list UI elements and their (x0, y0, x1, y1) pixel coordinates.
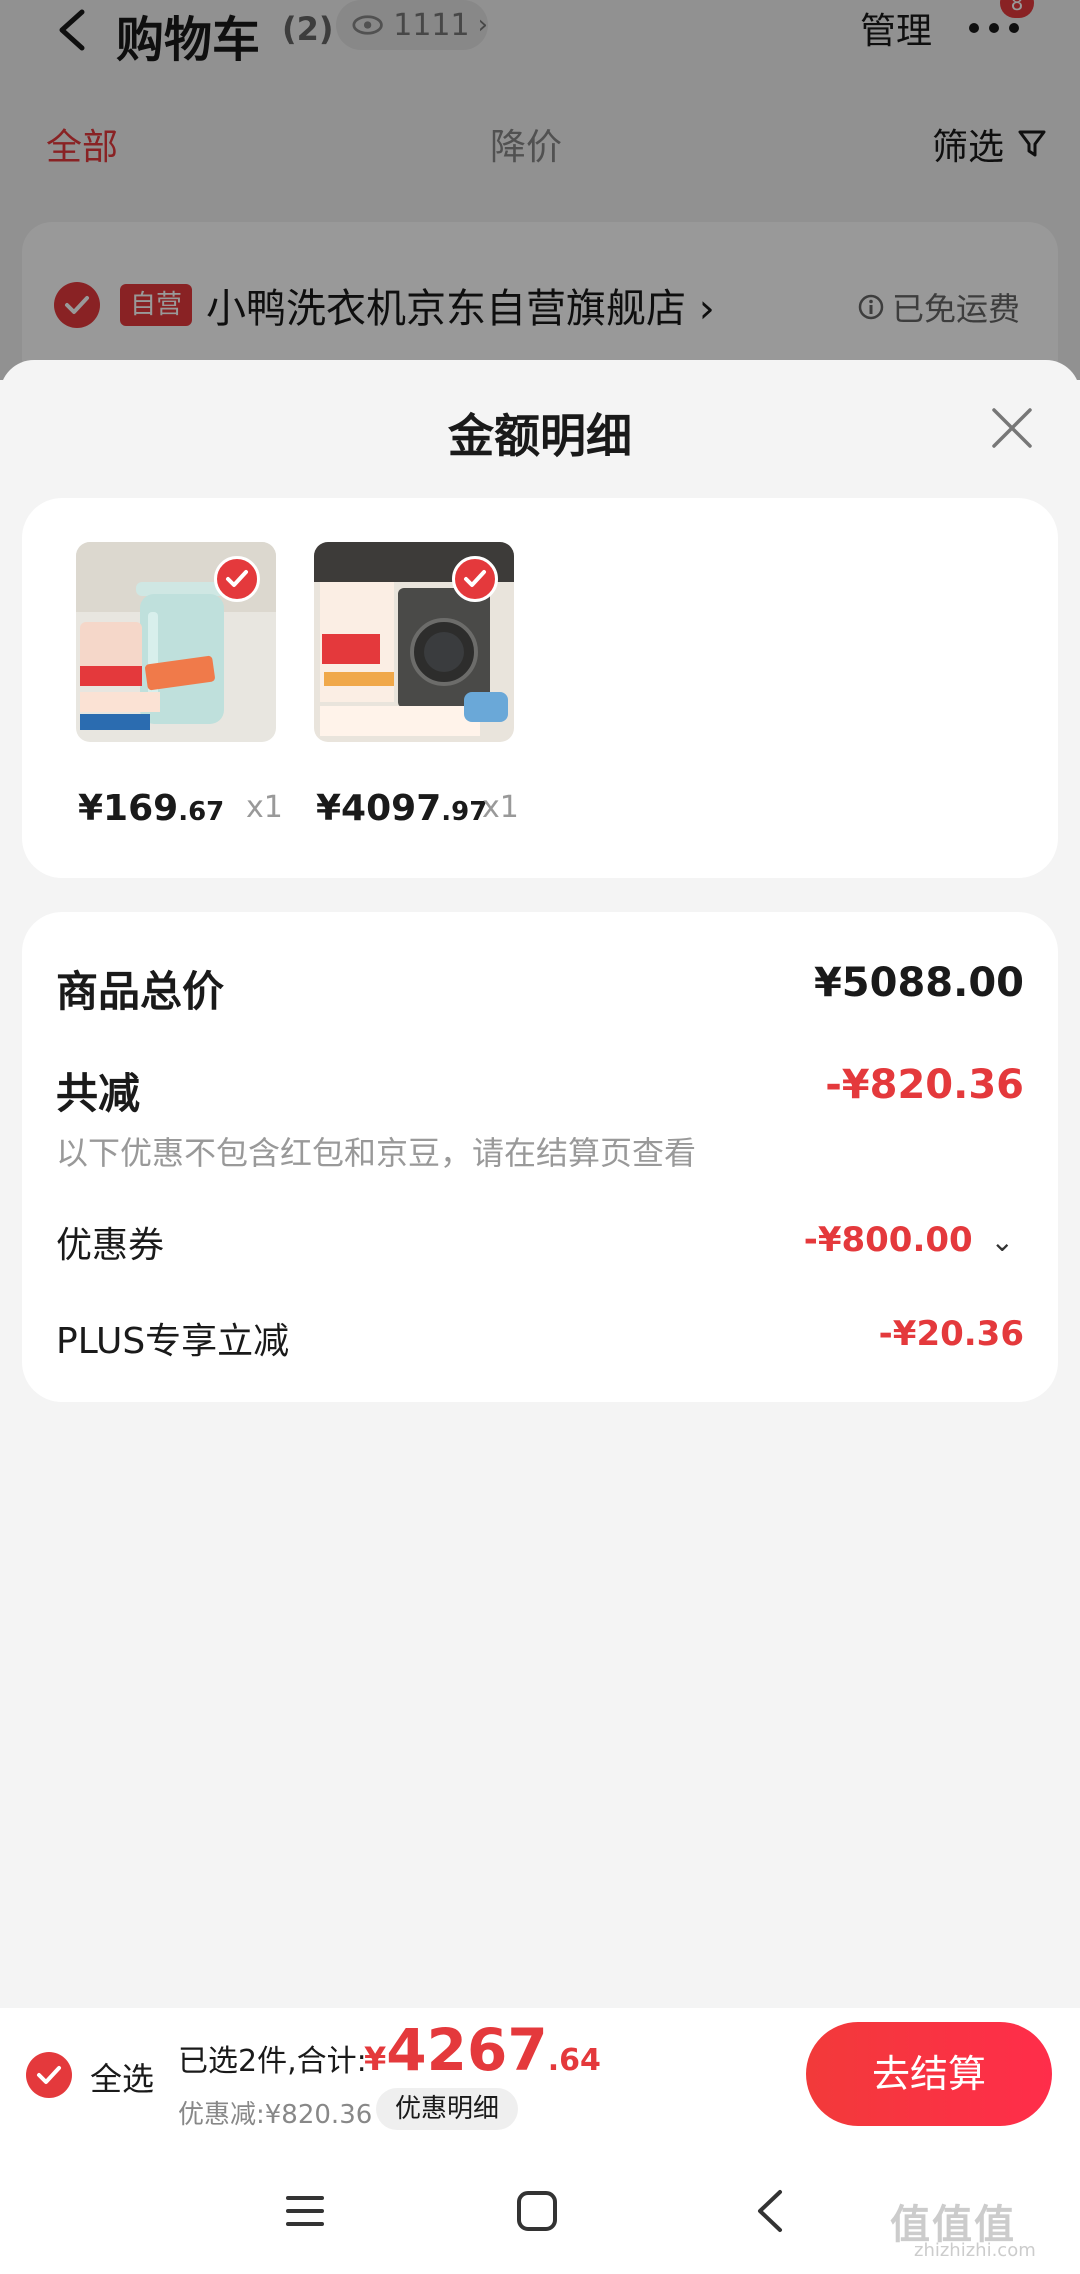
total-discount-value: -¥820.36 (825, 1062, 1024, 1108)
product-2-quantity: x1 (482, 790, 519, 825)
price-integer: ¥169 (78, 788, 179, 829)
checkout-button[interactable]: 去结算 (806, 2022, 1052, 2126)
product-1-price: ¥169.67 (78, 788, 224, 829)
plus-discount-label: PLUS专享立减 (56, 1321, 290, 1362)
home-icon[interactable] (512, 2186, 562, 2236)
watermark-url: zhizhizhi.com (914, 2240, 1036, 2261)
price-decimal: .67 (178, 797, 225, 827)
coupon-row[interactable]: -¥800.00 ⌄ (804, 1220, 1014, 1260)
back-nav-icon[interactable] (746, 2186, 796, 2236)
total-decimal: .64 (547, 2043, 601, 2078)
price-integer: ¥4097 (316, 788, 442, 829)
product-2-price: ¥4097.97 (316, 788, 487, 829)
modal-backdrop[interactable] (0, 0, 1080, 380)
check-icon (37, 2066, 61, 2084)
close-icon[interactable] (990, 406, 1034, 450)
product-1-quantity: x1 (246, 790, 283, 825)
check-icon (226, 570, 248, 587)
total-discount-label: 共减 (56, 1069, 141, 1118)
goods-total-label: 商品总价 (56, 967, 225, 1016)
coupon-label: 优惠券 (56, 1225, 165, 1266)
select-all-checkbox[interactable] (26, 2052, 72, 2098)
coupon-value: -¥800.00 (803, 1220, 973, 1260)
price-decimal: .97 (441, 797, 488, 827)
recent-apps-icon[interactable] (280, 2186, 330, 2236)
discount-detail-button[interactable]: 优惠明细 (376, 2088, 518, 2130)
product-2-checkbox[interactable] (452, 556, 498, 602)
goods-total-value: ¥5088.00 (813, 960, 1024, 1006)
sheet-title: 金额明细 (448, 409, 632, 463)
total-integer: 4267 (386, 2016, 548, 2084)
plus-discount-value: -¥20.36 (878, 1314, 1024, 1354)
discount-hint: 以下优惠不包含红包和京豆，请在结算页查看 (56, 1134, 697, 1172)
selected-summary: 已选2件,合计: (178, 2044, 367, 2079)
chevron-down-icon: ⌄ (990, 1225, 1014, 1258)
total-currency: ¥ (364, 2040, 387, 2078)
discount-summary: 优惠减:¥820.36 (178, 2100, 373, 2130)
total-price: ¥4267.64 (364, 2016, 601, 2084)
select-all-label[interactable]: 全选 (90, 2054, 154, 2100)
product-1-checkbox[interactable] (214, 556, 260, 602)
check-icon (464, 570, 486, 587)
